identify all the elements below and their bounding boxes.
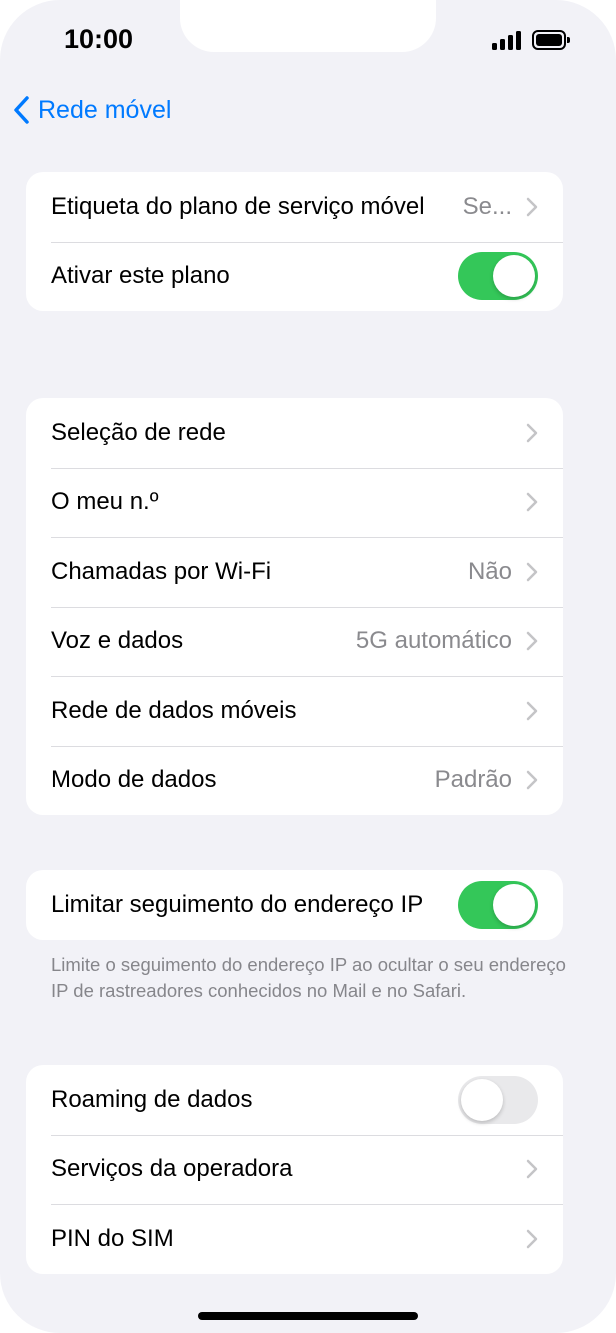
sim-pin-title: PIN do SIM bbox=[51, 1224, 174, 1252]
mobile-data-network-row[interactable]: Rede de dados móveis bbox=[26, 676, 563, 746]
data-mode-row[interactable]: Modo de dados Padrão bbox=[26, 745, 563, 816]
roaming-group: Roaming de dados Serviços da operadora P… bbox=[26, 1065, 563, 1274]
network-group: Seleção de rede O meu n.º Chamadas por W… bbox=[26, 398, 563, 815]
plan-label-row[interactable]: Etiqueta do plano de serviço móvel Se... bbox=[26, 172, 563, 242]
plan-label-value: Se... bbox=[462, 192, 512, 220]
data-roaming-toggle[interactable] bbox=[458, 1075, 538, 1124]
plan-group: Etiqueta do plano de serviço móvel Se...… bbox=[26, 172, 563, 311]
voice-data-value: 5G automático bbox=[355, 627, 512, 655]
chevron-right-icon bbox=[526, 1229, 538, 1248]
chevron-right-icon bbox=[526, 701, 538, 720]
voice-data-row[interactable]: Voz e dados 5G automático bbox=[26, 606, 563, 677]
signal-icon bbox=[492, 30, 522, 50]
chevron-right-icon bbox=[526, 197, 538, 216]
mobile-data-network-title: Rede de dados móveis bbox=[51, 696, 297, 724]
chevron-right-icon bbox=[526, 632, 538, 651]
limit-ip-tracking-title: Limitar seguimento do endereço IP bbox=[51, 890, 424, 918]
data-mode-title: Modo de dados bbox=[51, 766, 217, 794]
chevron-right-icon bbox=[526, 562, 538, 581]
chevron-right-icon bbox=[526, 423, 538, 442]
carrier-services-title: Serviços da operadora bbox=[51, 1155, 293, 1183]
activate-plan-title: Ativar este plano bbox=[51, 262, 230, 290]
chevron-right-icon bbox=[526, 493, 538, 512]
plan-label-title: Etiqueta do plano de serviço móvel bbox=[51, 192, 425, 220]
carrier-services-row[interactable]: Serviços da operadora bbox=[26, 1134, 563, 1205]
activate-plan-toggle[interactable] bbox=[458, 252, 538, 301]
battery-icon bbox=[532, 30, 570, 50]
toggle-knob bbox=[461, 1078, 503, 1121]
back-label: Rede móvel bbox=[38, 95, 172, 124]
chevron-left-icon bbox=[14, 96, 29, 124]
data-mode-value: Padrão bbox=[434, 766, 512, 794]
ip-tracking-group: Limitar seguimento do endereço IP bbox=[26, 870, 563, 940]
wifi-calling-row[interactable]: Chamadas por Wi-Fi Não bbox=[26, 537, 563, 607]
data-roaming-title: Roaming de dados bbox=[51, 1085, 253, 1113]
home-indicator[interactable] bbox=[198, 1312, 418, 1320]
ip-tracking-footnote: Limite o seguimento do endereço IP ao oc… bbox=[51, 954, 566, 1001]
data-roaming-row: Roaming de dados bbox=[26, 1065, 563, 1135]
network-selection-title: Seleção de rede bbox=[51, 418, 226, 446]
network-selection-row[interactable]: Seleção de rede bbox=[26, 398, 563, 468]
chevron-right-icon bbox=[526, 771, 538, 790]
limit-ip-tracking-toggle[interactable] bbox=[458, 880, 538, 929]
notch bbox=[180, 0, 436, 52]
wifi-calling-value: Não bbox=[467, 557, 512, 585]
activate-plan-row: Ativar este plano bbox=[26, 241, 563, 312]
toggle-knob bbox=[493, 255, 535, 298]
voice-data-title: Voz e dados bbox=[51, 627, 184, 655]
back-button[interactable]: Rede móvel bbox=[12, 92, 171, 128]
status-time: 10:00 bbox=[64, 24, 134, 54]
wifi-calling-title: Chamadas por Wi-Fi bbox=[51, 557, 272, 585]
toggle-knob bbox=[493, 883, 535, 926]
my-number-title: O meu n.º bbox=[51, 488, 159, 516]
limit-ip-tracking-row: Limitar seguimento do endereço IP bbox=[26, 870, 563, 940]
phone-screen: 10:00 Rede móvel Etiqueta do plano de se… bbox=[0, 0, 616, 1333]
chevron-right-icon bbox=[526, 1160, 538, 1179]
my-number-row[interactable]: O meu n.º bbox=[26, 467, 563, 538]
sim-pin-row[interactable]: PIN do SIM bbox=[26, 1204, 563, 1274]
